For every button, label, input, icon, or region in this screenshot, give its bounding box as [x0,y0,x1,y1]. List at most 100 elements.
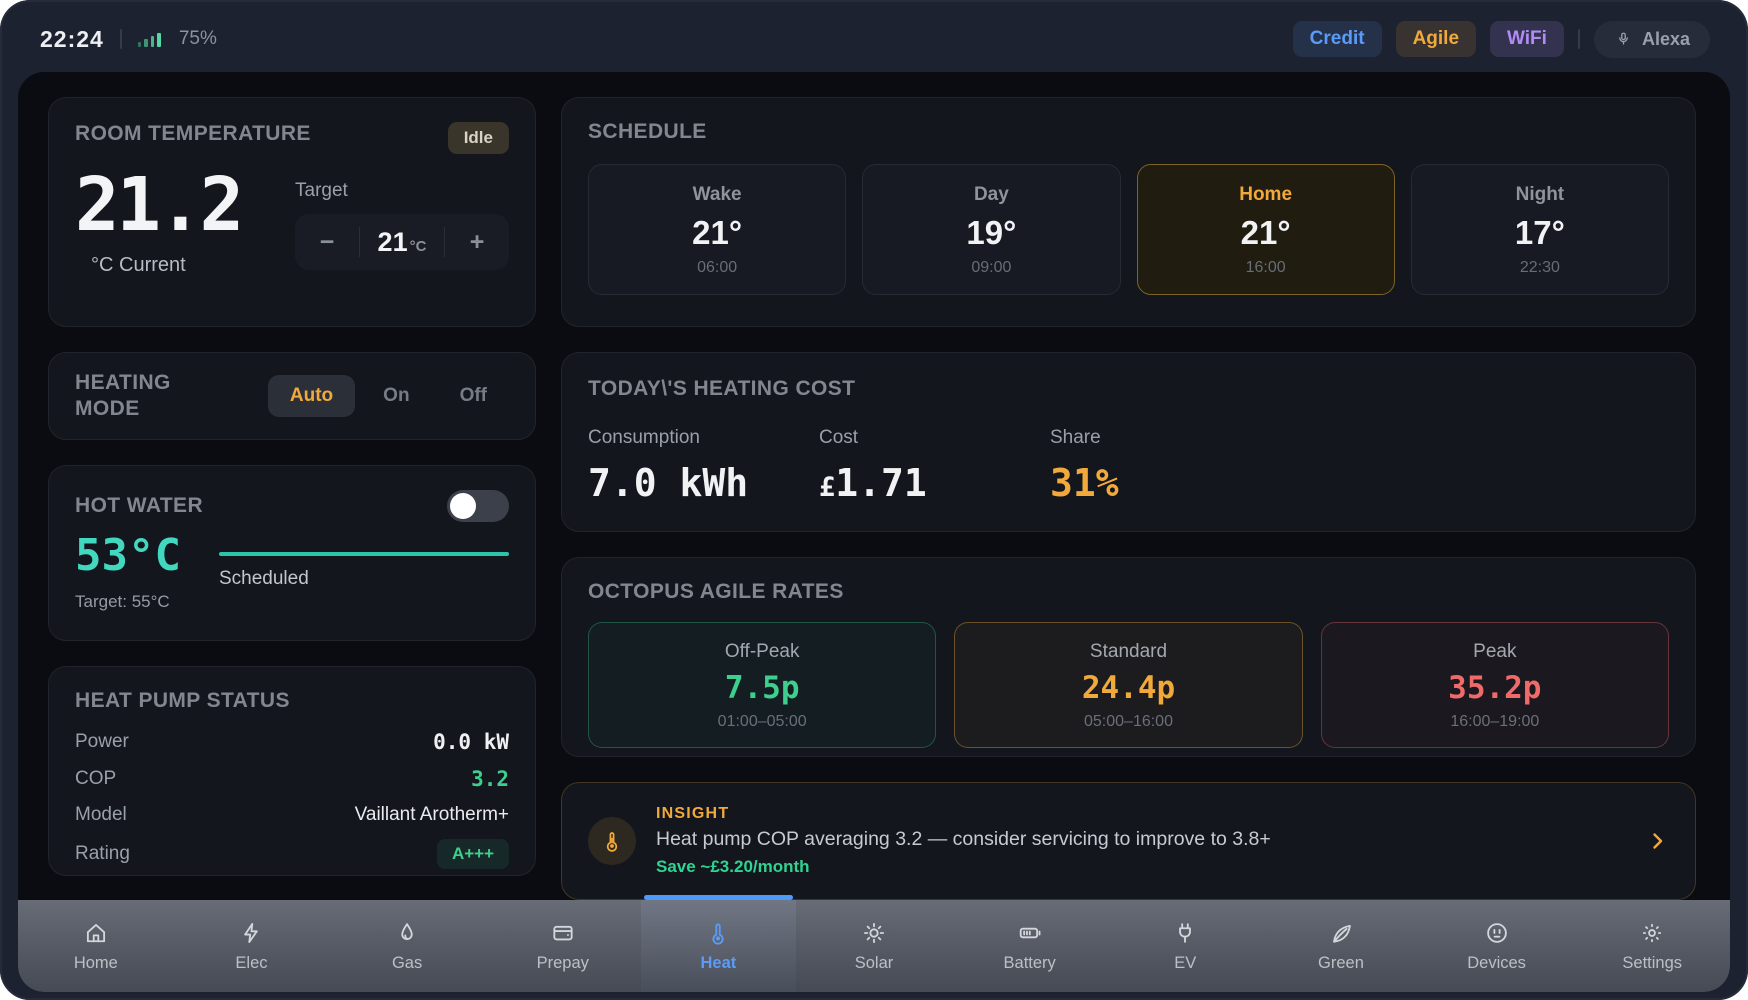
consumption-stat: Consumption 7.0 kWh [588,427,763,505]
cop-value: 3.2 [471,767,509,791]
hot-water-target: Target: 55°C [75,592,181,612]
model-value: Vaillant Arotherm+ [355,804,509,826]
schedule-slot-day[interactable]: Day 19° 09:00 [862,164,1120,295]
chevron-right-icon[interactable] [1645,829,1669,853]
agile-rates-card: OCTOPUS AGILE RATES Off-Peak 7.5p 01:00–… [561,557,1696,757]
flame-icon [394,920,420,946]
tab-solar[interactable]: Solar [796,900,952,992]
mode-option-off[interactable]: Off [438,375,509,417]
house-icon [83,920,109,946]
status-divider [1578,29,1580,49]
power-label: Power [75,731,129,753]
agile-badge[interactable]: Agile [1396,21,1476,57]
status-bar: 22:24 75% Credit Agile WiFi Alexa [0,0,1748,72]
card-icon [550,920,576,946]
hot-water-card: HOT WATER 53°C Target: 55°C Scheduled [48,465,536,641]
thermometer-icon [705,920,731,946]
rate-standard: Standard 24.4p 05:00–16:00 [954,622,1302,748]
rating-label: Rating [75,843,130,865]
target-label: Target [295,180,509,202]
active-tab-indicator [644,895,794,900]
dashboard-content: ROOM TEMPERATURE Idle 21.2 °C Current Ta… [18,72,1730,900]
heat-pump-rows: Power 0.0 kW COP 3.2 Model Vaillant Arot… [75,723,509,875]
device-hub-icon [1484,920,1510,946]
table-row: Power 0.0 kW [75,723,509,760]
schedule-slots: Wake 21° 06:00 Day 19° 09:00 Home 21° [588,164,1669,295]
target-temperature-value: 21 [378,227,408,258]
heating-mode-segmented-control: Auto On Off [268,375,509,417]
current-temperature-unit: °C Current [91,254,241,277]
settings-dial-icon [1639,920,1665,946]
rate-peak: Peak 35.2p 16:00–19:00 [1321,622,1669,748]
signal-icon [138,31,161,47]
heating-cost-card: TODAY\'S HEATING COST Consumption 7.0 kW… [561,352,1696,532]
consumption-value: 7.0 kWh [588,461,763,505]
hot-water-status: Scheduled [219,568,509,590]
insight-text: INSIGHT Heat pump COP averaging 3.2 — co… [656,805,1645,877]
status-left: 22:24 75% [40,26,217,53]
current-temperature-value: 21.2 [75,168,241,242]
alexa-label: Alexa [1642,29,1690,50]
increase-temperature-button[interactable]: + [445,228,509,257]
heating-cost-stats: Consumption 7.0 kWh Cost £1.71 Share 31% [588,427,1669,505]
heating-mode-title: HEATING MODE [75,370,235,423]
tab-gas[interactable]: Gas [329,900,485,992]
share-stat: Share 31% [1050,427,1225,505]
mode-option-on[interactable]: On [361,375,431,417]
left-column: ROOM TEMPERATURE Idle 21.2 °C Current Ta… [48,97,536,900]
cop-label: COP [75,768,116,790]
tab-heat[interactable]: Heat [641,900,797,992]
schedule-slot-wake[interactable]: Wake 21° 06:00 [588,164,846,295]
wifi-badge[interactable]: WiFi [1490,21,1564,57]
schedule-card: SCHEDULE Wake 21° 06:00 Day 19° 09:00 [561,97,1696,327]
room-temperature-card: ROOM TEMPERATURE Idle 21.2 °C Current Ta… [48,97,536,327]
insight-message: Heat pump COP averaging 3.2 — consider s… [656,828,1645,851]
battery-icon [1017,920,1043,946]
room-temperature-title: ROOM TEMPERATURE [75,122,311,146]
tab-green[interactable]: Green [1263,900,1419,992]
alexa-button[interactable]: Alexa [1594,21,1710,58]
heating-cost-title: TODAY\'S HEATING COST [588,377,855,400]
status-badge: Idle [448,122,509,154]
tab-battery[interactable]: Battery [952,900,1108,992]
microphone-icon [1614,30,1633,49]
heat-pump-status-card: HEAT PUMP STATUS Power 0.0 kW COP 3.2 Mo… [48,666,536,876]
rate-tiles: Off-Peak 7.5p 01:00–05:00 Standard 24.4p… [588,622,1669,748]
insight-savings: Save ~£3.20/month [656,857,1645,877]
hot-water-progress-bar [219,552,509,556]
target-temperature-unit: °C [410,238,427,255]
tab-settings[interactable]: Settings [1574,900,1730,992]
insight-banner[interactable]: INSIGHT Heat pump COP averaging 3.2 — co… [561,782,1696,900]
hot-water-left: 53°C Target: 55°C [75,532,181,612]
hot-water-right: Scheduled [219,532,509,590]
device-frame: 22:24 75% Credit Agile WiFi Alexa [0,0,1748,1000]
sun-icon [861,920,887,946]
clock: 22:24 [40,26,104,53]
hot-water-toggle[interactable] [447,490,509,522]
heat-pump-title: HEAT PUMP STATUS [75,689,290,712]
leaf-icon [1328,920,1354,946]
schedule-slot-home[interactable]: Home 21° 16:00 [1137,164,1395,295]
signal-percentage: 75% [179,28,217,50]
target-temperature-block: Target − 21 °C + [295,168,509,277]
schedule-slot-night[interactable]: Night 17° 22:30 [1411,164,1669,295]
cost-stat: Cost £1.71 [819,427,994,505]
rate-off-peak: Off-Peak 7.5p 01:00–05:00 [588,622,936,748]
status-right: Credit Agile WiFi Alexa [1293,21,1710,58]
tab-ev[interactable]: EV [1107,900,1263,992]
decrease-temperature-button[interactable]: − [295,228,359,257]
tab-home[interactable]: Home [18,900,174,992]
tab-devices[interactable]: Devices [1419,900,1575,992]
currency-symbol: £ [819,472,835,503]
mode-option-auto[interactable]: Auto [268,375,355,417]
tab-prepay[interactable]: Prepay [485,900,641,992]
credit-badge[interactable]: Credit [1293,21,1382,57]
right-column: SCHEDULE Wake 21° 06:00 Day 19° 09:00 [561,97,1696,900]
table-row: COP 3.2 [75,760,509,797]
thermometer-icon [588,817,636,865]
plug-icon [1172,920,1198,946]
main-screen: ROOM TEMPERATURE Idle 21.2 °C Current Ta… [18,72,1730,992]
toggle-knob [450,493,476,519]
target-temperature-value-wrap: 21 °C [360,227,444,258]
tab-elec[interactable]: Elec [174,900,330,992]
